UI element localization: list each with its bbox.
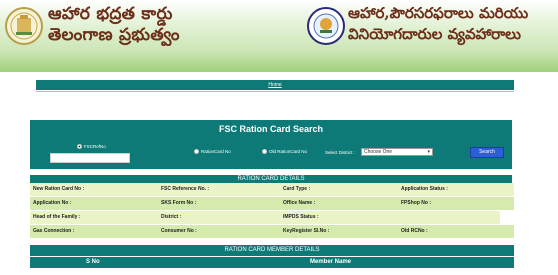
radio-rationcard[interactable]: RationCard No (194, 149, 231, 154)
telangana-emblem-icon (4, 6, 44, 46)
table-cell: Application No : (33, 200, 72, 206)
radio-label: RationCard No (201, 149, 231, 154)
table-cell: FSC Reference No. : (161, 186, 210, 192)
table-row: Gas Connection : Consumer No : KeyRegist… (30, 225, 514, 238)
header-banner: ఆహార భద్రత కార్డు తెలంగాణ ప్రభుత్వం ఆహార… (0, 0, 558, 72)
table-cell: New Ration Card No : (33, 186, 85, 192)
district-label: Select District : (325, 150, 356, 155)
table-cell: Card Type : (283, 186, 311, 192)
civil-supplies-emblem-icon (306, 6, 346, 46)
radio-label: FSCRefNo (84, 144, 106, 149)
table-row: Application No : SKS Form No : Office Na… (30, 197, 514, 211)
nav-divider (36, 91, 514, 92)
radio-old-rationcard[interactable]: Old RationCard No (262, 149, 307, 154)
table-cell (398, 211, 401, 224)
chevron-down-icon: ▾ (427, 149, 430, 155)
table-cell: Old RCNo : (401, 228, 428, 234)
member-details-title: RATION CARD MEMBER DETAILS (30, 245, 514, 256)
radio-fscrefno[interactable]: FSCRefNo (77, 144, 106, 149)
home-link[interactable]: Home (36, 80, 514, 90)
details-title: RATION CARD DETAILS (30, 175, 512, 183)
table-cell: Gas Connection : (33, 228, 75, 234)
table-cell: KeyRegister Sl.No : (283, 228, 330, 234)
radio-button-icon[interactable] (262, 149, 267, 154)
search-title: FSC Ration Card Search (218, 124, 324, 134)
radio-label: Old RationCard No (269, 149, 308, 154)
column-header-member-name: Member Name (310, 259, 352, 265)
header-right-line2: వినియోగదారుల వ్యవహారాలు (348, 25, 521, 43)
top-nav-bar: Home (36, 80, 514, 90)
radio-button-icon[interactable] (194, 149, 199, 154)
table-cell: Consumer No : (161, 228, 197, 234)
ration-card-details-table: New Ration Card No : FSC Reference No. :… (30, 183, 514, 238)
table-cell: Application Status : (401, 186, 448, 192)
table-row: New Ration Card No : FSC Reference No. :… (30, 183, 514, 197)
table-cell: Office Name : (283, 200, 316, 206)
table-cell: SKS Form No : (161, 200, 197, 206)
table-cell: FPShop No : (401, 200, 431, 206)
fsc-ref-input[interactable] (50, 153, 130, 163)
table-cell: IMPDS Status : (283, 214, 319, 220)
header-right-line1: ఆహార,పౌరసరఫరాలు మరియు (348, 4, 529, 22)
member-table-header: S No Member Name (30, 257, 514, 268)
table-row: Head of the Family : District : IMPDS St… (30, 211, 514, 225)
district-selected-value: Choose One (364, 149, 393, 155)
radio-button-icon[interactable] (77, 144, 82, 149)
search-button[interactable]: Search (470, 147, 504, 158)
header-left-line2: తెలంగాణ ప్రభుత్వం (48, 25, 180, 45)
search-panel: FSC Ration Card Search FSCRefNo RationCa… (30, 120, 512, 169)
district-select[interactable]: Choose One ▾ (361, 148, 433, 156)
column-header-sno: S No (86, 259, 100, 265)
table-cell: Head of the Family : (33, 214, 81, 220)
empty-cell (500, 211, 514, 224)
table-cell: District : (161, 214, 182, 220)
